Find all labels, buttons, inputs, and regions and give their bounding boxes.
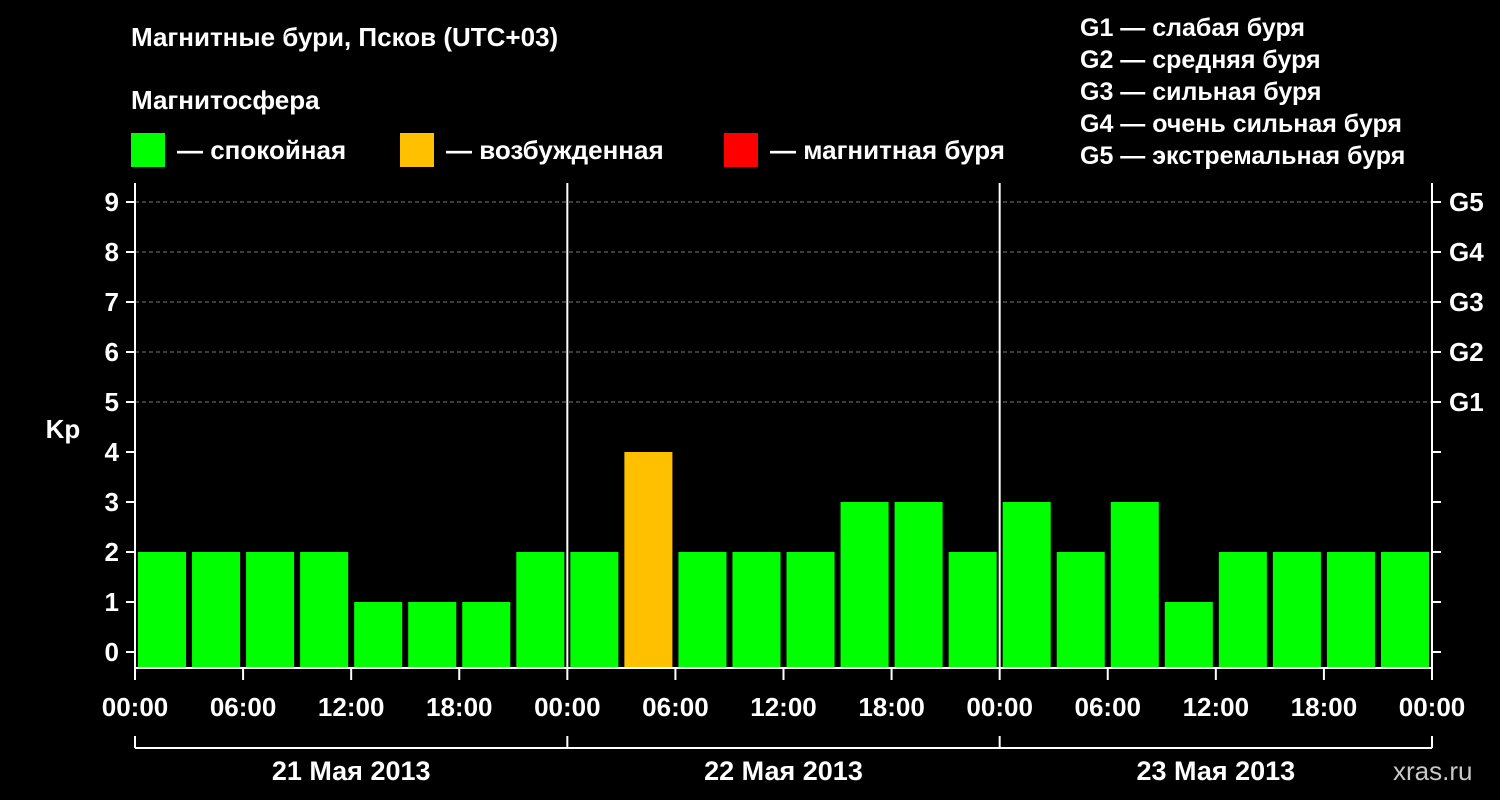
kp-bar	[840, 502, 889, 668]
g-tick-label: G4	[1449, 237, 1484, 267]
kp-bar	[786, 552, 835, 668]
y-tick-label: 6	[105, 337, 119, 367]
y-tick-label: 9	[105, 187, 119, 217]
x-tick-label: 06:00	[1075, 692, 1142, 722]
y-tick-label: 2	[105, 537, 119, 567]
x-tick-label: 18:00	[426, 692, 493, 722]
x-tick-label: 00:00	[966, 692, 1033, 722]
x-tick-label: 12:00	[318, 692, 385, 722]
x-tick-label: 18:00	[858, 692, 925, 722]
kp-bar-chart: 0 1 2 3 4 5 6 7 8 9 G1 G2 G3 G4 G5 Kp 00:00 06:00 12:00 18:…	[46, 183, 1484, 786]
kp-bar	[678, 552, 727, 668]
kp-bar	[624, 452, 673, 668]
x-tick-label: 18:00	[1291, 692, 1358, 722]
kp-bar	[1380, 552, 1429, 668]
x-tick-label: 00:00	[534, 692, 601, 722]
kp-bar	[1218, 552, 1267, 668]
kp-bar	[1110, 502, 1159, 668]
watermark: xras.ru	[1393, 756, 1473, 786]
kp-bar	[1056, 552, 1105, 668]
kp-bar	[1272, 552, 1321, 668]
kp-bar	[300, 552, 349, 668]
y-tick-label: 8	[105, 237, 119, 267]
kp-bar	[516, 552, 565, 668]
y-tick-label: 4	[105, 437, 120, 467]
kp-bar	[462, 602, 511, 668]
day-label: 22 Мая 2013	[704, 756, 863, 786]
kp-bar	[570, 552, 619, 668]
y-tick-label: 5	[105, 387, 119, 417]
x-tick-label: 00:00	[102, 692, 169, 722]
day-label: 23 Мая 2013	[1136, 756, 1295, 786]
y-tick-label: 3	[105, 487, 119, 517]
kp-bar	[354, 602, 403, 668]
day-label: 21 Мая 2013	[272, 756, 431, 786]
y-axis-label: Kp	[46, 414, 81, 444]
kp-bar	[408, 602, 457, 668]
x-tick-label: 12:00	[1183, 692, 1250, 722]
g-tick-label: G3	[1449, 287, 1484, 317]
kp-bar	[246, 552, 295, 668]
kp-bar	[948, 552, 997, 668]
kp-bar	[192, 552, 241, 668]
kp-bar	[894, 502, 943, 668]
x-tick-label: 06:00	[210, 692, 277, 722]
x-tick-label: 12:00	[750, 692, 817, 722]
y-tick-label: 7	[105, 287, 119, 317]
y-tick-label: 0	[105, 637, 119, 667]
kp-bar	[138, 552, 187, 668]
kp-bar	[732, 552, 781, 668]
kp-bar	[1164, 602, 1213, 668]
kp-bar	[1002, 502, 1051, 668]
x-tick-label: 00:00	[1399, 692, 1466, 722]
x-tick-label: 06:00	[642, 692, 709, 722]
g-tick-label: G1	[1449, 387, 1484, 417]
g-tick-label: G2	[1449, 337, 1484, 367]
g-tick-label: G5	[1449, 187, 1484, 217]
y-tick-label: 1	[105, 587, 119, 617]
kp-bar	[1326, 552, 1375, 668]
